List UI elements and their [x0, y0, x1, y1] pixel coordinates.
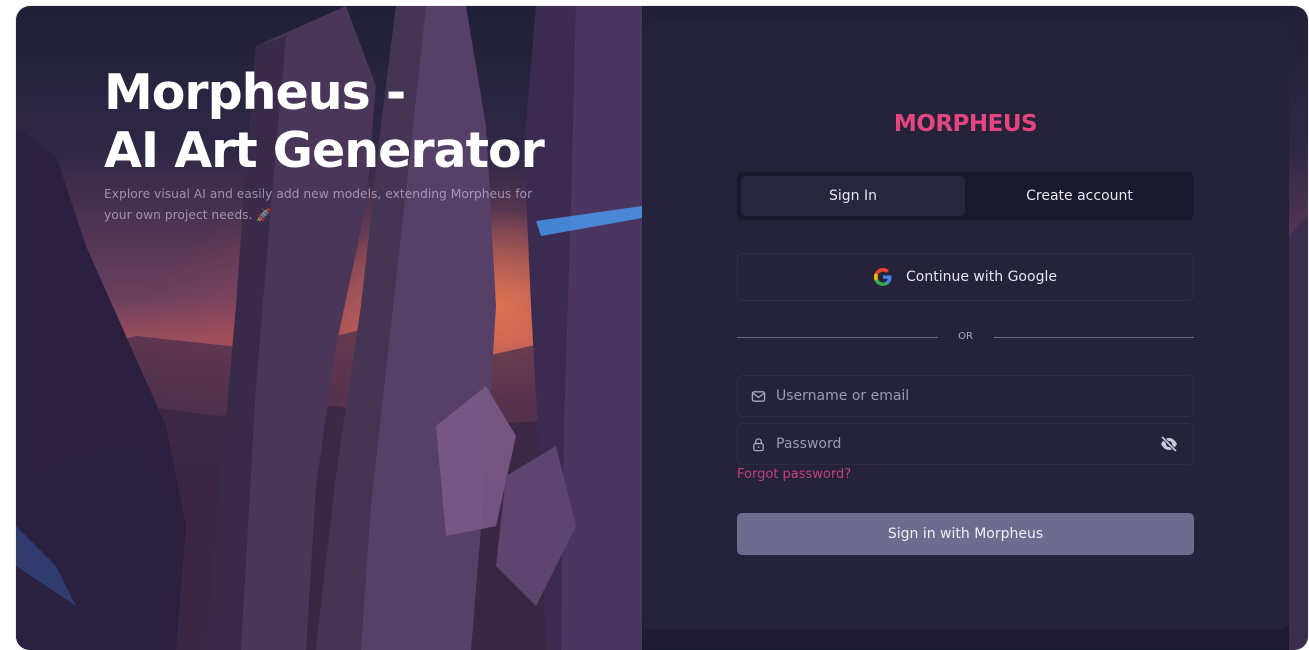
username-field[interactable]: [737, 375, 1194, 417]
forgot-password-link[interactable]: Forgot password?: [737, 467, 851, 482]
continue-with-google-button[interactable]: Continue with Google: [737, 253, 1194, 301]
auth-tabs: Sign In Create account: [737, 172, 1194, 220]
divider-line-right: [994, 337, 1194, 338]
auth-panel: MORPHEUS Sign In Create account Continue…: [642, 23, 1289, 630]
tab-sign-in[interactable]: Sign In: [741, 176, 965, 216]
password-input[interactable]: [776, 436, 1159, 452]
hero-description: Explore visual AI and easily add new mod…: [104, 187, 533, 222]
sign-in-submit-button[interactable]: Sign in with Morpheus: [737, 513, 1194, 555]
mail-icon: [751, 389, 766, 404]
username-input[interactable]: [776, 388, 1193, 404]
lock-icon: [751, 437, 766, 452]
google-button-label: Continue with Google: [906, 269, 1057, 285]
password-field[interactable]: [737, 423, 1194, 465]
or-divider: OR: [737, 329, 1194, 345]
hero-title: Morpheus - AI Art Generator: [104, 64, 545, 180]
brand-logo: MORPHEUS: [893, 111, 1038, 137]
tab-create-account[interactable]: Create account: [969, 176, 1190, 216]
app-window: Morpheus - AI Art Generator Explore visu…: [16, 6, 1308, 650]
hero-section: Morpheus - AI Art Generator Explore visu…: [104, 64, 545, 226]
eye-off-icon[interactable]: [1159, 435, 1179, 453]
hero-title-line1: Morpheus -: [104, 64, 406, 121]
google-icon: [874, 268, 892, 286]
hero-title-line2: AI Art Generator: [104, 122, 545, 179]
